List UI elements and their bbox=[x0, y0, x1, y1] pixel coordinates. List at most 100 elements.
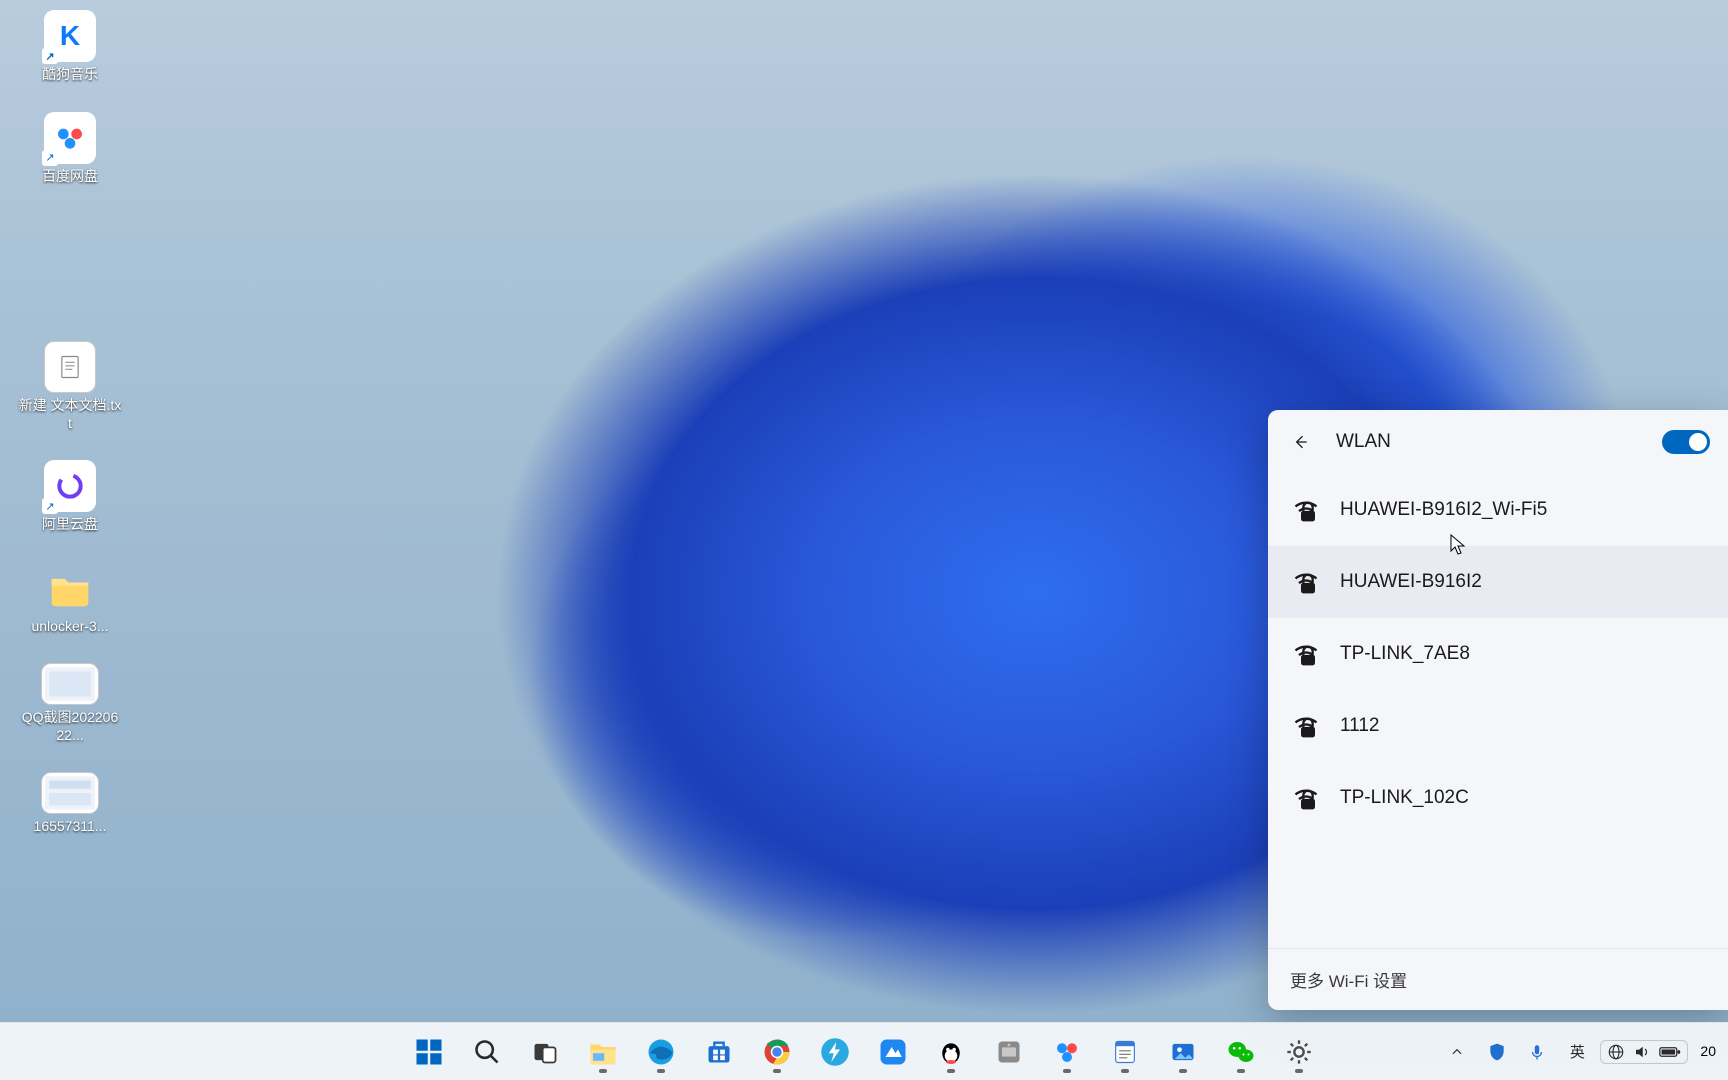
notepad-icon bbox=[1111, 1038, 1139, 1066]
desktop-icon-label: unlocker-3... bbox=[31, 618, 108, 636]
more-settings-label: 更多 Wi-Fi 设置 bbox=[1290, 972, 1407, 991]
taskbar-app-ms-store[interactable] bbox=[695, 1028, 743, 1076]
wifi-icon bbox=[1292, 496, 1320, 524]
taskbar-app-potplayer[interactable] bbox=[985, 1028, 1033, 1076]
taskbar-app-notepad[interactable] bbox=[1101, 1028, 1149, 1076]
desktop-icon-aliyun[interactable]: 阿里云盘 bbox=[18, 460, 122, 534]
wlan-network-item[interactable]: TP-LINK_102C bbox=[1268, 762, 1728, 834]
taskbar-app-photos[interactable] bbox=[1159, 1028, 1207, 1076]
desktop-icon-grid: K 酷狗音乐 百度网盘 新建 文本文档.txt 阿里云盘 unlocker-3.… bbox=[18, 10, 122, 836]
taskbar-clock[interactable]: 20 bbox=[1694, 1044, 1722, 1059]
taskbar-app-settings[interactable] bbox=[1275, 1028, 1323, 1076]
taskbar-app-thunder[interactable] bbox=[811, 1028, 859, 1076]
quick-settings-cluster[interactable] bbox=[1600, 1040, 1688, 1064]
wlan-network-list[interactable]: HUAWEI-B916I2_Wi-Fi5 HUAWEI-B916I2 TP-LI… bbox=[1268, 474, 1728, 948]
task-view-icon bbox=[531, 1038, 559, 1066]
desktop-icon-label: 百度网盘 bbox=[42, 168, 98, 186]
desktop-icon-label: 阿里云盘 bbox=[42, 516, 98, 534]
wlan-flyout-title: WLAN bbox=[1336, 431, 1391, 453]
chrome-icon bbox=[762, 1037, 792, 1067]
txt-file-icon bbox=[44, 341, 96, 393]
desktop-icon-baidupan[interactable]: 百度网盘 bbox=[18, 112, 122, 186]
ms-store-icon bbox=[705, 1038, 733, 1066]
shield-icon bbox=[1487, 1042, 1507, 1062]
taskbar: 英 20 bbox=[0, 1022, 1728, 1080]
taskbar-center-apps bbox=[405, 1028, 1323, 1076]
desktop-icon-kugou[interactable]: K 酷狗音乐 bbox=[18, 10, 122, 84]
wlan-network-item[interactable]: HUAWEI-B916I2_Wi-Fi5 bbox=[1268, 474, 1728, 546]
wlan-network-item[interactable]: 1112 bbox=[1268, 690, 1728, 762]
wifi-icon bbox=[1292, 712, 1320, 740]
lock-icon bbox=[1294, 786, 1322, 814]
aliyun-icon bbox=[44, 460, 96, 512]
desktop-icon-label: QQ截图20220622... bbox=[18, 709, 122, 744]
taskbar-app-wechat[interactable] bbox=[1217, 1028, 1265, 1076]
folder-icon bbox=[44, 562, 96, 614]
network-ssid: HUAWEI-B916I2 bbox=[1340, 571, 1482, 593]
image-file-icon bbox=[41, 772, 99, 814]
desktop-icon-label: 新建 文本文档.txt bbox=[18, 397, 122, 432]
tray-overflow-button[interactable] bbox=[1440, 1032, 1474, 1072]
file-explorer-icon bbox=[588, 1037, 618, 1067]
wlan-flyout-header: WLAN bbox=[1268, 410, 1728, 474]
network-ssid: TP-LINK_102C bbox=[1340, 787, 1469, 809]
windows-start-icon bbox=[414, 1037, 444, 1067]
lock-icon bbox=[1294, 642, 1322, 670]
tray-security-icon[interactable] bbox=[1480, 1032, 1514, 1072]
taskbar-app-baidupan[interactable] bbox=[1043, 1028, 1091, 1076]
gear-icon bbox=[1285, 1038, 1313, 1066]
wlan-network-item[interactable]: TP-LINK_7AE8 bbox=[1268, 618, 1728, 690]
thunder-icon bbox=[820, 1037, 850, 1067]
desktop-icon-folder-unlocker[interactable]: unlocker-3... bbox=[18, 562, 122, 636]
desktop-icon-label: 酷狗音乐 bbox=[42, 66, 98, 84]
network-ssid: 1112 bbox=[1340, 715, 1379, 737]
tray-microphone-icon[interactable] bbox=[1520, 1032, 1554, 1072]
ime-lang-label: 英 bbox=[1570, 1041, 1585, 1062]
network-ssid: TP-LINK_7AE8 bbox=[1340, 643, 1470, 665]
baidupan-icon bbox=[1052, 1037, 1082, 1067]
taskbar-app-task-view[interactable] bbox=[521, 1028, 569, 1076]
desktop-icon-qq-screenshot[interactable]: QQ截图20220622... bbox=[18, 663, 122, 744]
lock-icon bbox=[1294, 714, 1322, 742]
qq-browser-icon bbox=[878, 1037, 908, 1067]
desktop-icon-screenshot2[interactable]: 16557311... bbox=[18, 772, 122, 836]
wifi-icon bbox=[1292, 640, 1320, 668]
taskbar-app-qq-browser[interactable] bbox=[869, 1028, 917, 1076]
wlan-toggle[interactable] bbox=[1662, 430, 1710, 454]
baidupan-icon bbox=[44, 112, 96, 164]
ime-language-indicator[interactable]: 英 bbox=[1560, 1032, 1594, 1072]
wifi-icon bbox=[1292, 568, 1320, 596]
desktop-icon-label: 16557311... bbox=[34, 818, 107, 836]
wifi-icon bbox=[1292, 784, 1320, 812]
taskbar-app-search[interactable] bbox=[463, 1028, 511, 1076]
clock-time: 20 bbox=[1700, 1043, 1716, 1059]
arrow-left-icon bbox=[1290, 432, 1310, 452]
taskbar-app-start[interactable] bbox=[405, 1028, 453, 1076]
photos-icon bbox=[1169, 1038, 1197, 1066]
more-wifi-settings-link[interactable]: 更多 Wi-Fi 设置 bbox=[1268, 948, 1728, 1010]
wlan-network-item[interactable]: HUAWEI-B916I2 bbox=[1268, 546, 1728, 618]
kugou-icon: K bbox=[44, 10, 96, 62]
back-button[interactable] bbox=[1282, 424, 1318, 460]
taskbar-app-qq[interactable] bbox=[927, 1028, 975, 1076]
mic-icon bbox=[1528, 1043, 1546, 1061]
image-file-icon bbox=[41, 663, 99, 705]
potplayer-icon bbox=[995, 1038, 1023, 1066]
qq-icon bbox=[936, 1037, 966, 1067]
globe-icon bbox=[1607, 1043, 1625, 1061]
lock-icon bbox=[1294, 570, 1322, 598]
taskbar-app-file-explorer[interactable] bbox=[579, 1028, 627, 1076]
search-icon bbox=[473, 1038, 501, 1066]
speaker-icon bbox=[1633, 1043, 1651, 1061]
chevron-up-icon bbox=[1450, 1045, 1464, 1059]
taskbar-app-chrome[interactable] bbox=[753, 1028, 801, 1076]
wlan-flyout: WLAN HUAWEI-B916I2_Wi-Fi5 HUAWEI-B916I2 … bbox=[1268, 410, 1728, 1010]
battery-icon bbox=[1659, 1045, 1681, 1059]
edge-icon bbox=[646, 1037, 676, 1067]
lock-icon bbox=[1294, 498, 1322, 526]
system-tray: 英 20 bbox=[1440, 1032, 1722, 1072]
desktop-icon-textfile[interactable]: 新建 文本文档.txt bbox=[18, 341, 122, 432]
network-ssid: HUAWEI-B916I2_Wi-Fi5 bbox=[1340, 499, 1547, 521]
taskbar-app-edge[interactable] bbox=[637, 1028, 685, 1076]
wechat-icon bbox=[1226, 1037, 1256, 1067]
